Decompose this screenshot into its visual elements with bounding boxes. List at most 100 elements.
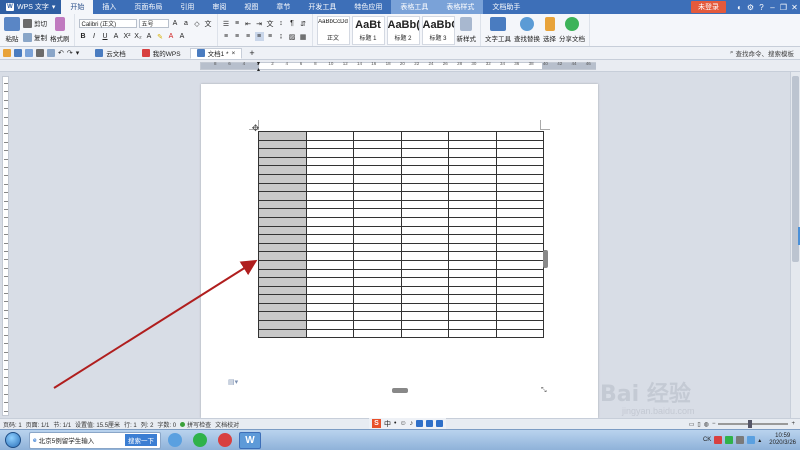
table-row[interactable]: [258, 139, 544, 150]
table-cell[interactable]: [495, 199, 544, 210]
table-cell[interactable]: [495, 251, 544, 261]
ime-voice-icon[interactable]: ♪: [410, 420, 414, 427]
table-row[interactable]: [258, 191, 544, 201]
table-row[interactable]: [258, 165, 544, 175]
ime-keyboard-icon[interactable]: [416, 420, 424, 427]
zoom-out-button[interactable]: −: [712, 421, 716, 427]
line-spacing-options-icon[interactable]: ↨: [277, 32, 286, 41]
taskbar-wps[interactable]: W: [239, 431, 261, 449]
selected-table-cell[interactable]: [258, 328, 307, 339]
command-search[interactable]: ⌕ 查找命令、搜索模板: [730, 48, 800, 58]
sort-icon[interactable]: ↕: [277, 19, 286, 28]
table-row[interactable]: [258, 131, 544, 141]
align-right-icon[interactable]: ≡: [244, 32, 253, 41]
table-cell[interactable]: [400, 294, 449, 304]
format-painter-button[interactable]: 格式刷: [50, 17, 70, 43]
menu-tab-10[interactable]: 表格样式: [437, 0, 484, 14]
grow-font-icon[interactable]: A: [171, 19, 180, 28]
selected-table-cell[interactable]: [258, 165, 307, 175]
borders-icon[interactable]: ▦: [299, 32, 308, 41]
selected-table-cell[interactable]: [258, 216, 307, 227]
table-cell[interactable]: [448, 131, 497, 141]
menu-tab-2[interactable]: 页面布局: [125, 0, 171, 14]
table-cell[interactable]: [495, 259, 544, 270]
show-hidden-icons-icon[interactable]: ▴: [758, 437, 761, 444]
style-option-0[interactable]: AaBbCcDd 正文: [316, 15, 350, 45]
table-cell[interactable]: [400, 182, 449, 193]
shading-icon[interactable]: ▨: [288, 32, 297, 41]
table-move-handle-icon[interactable]: ✥: [251, 123, 260, 133]
font-name-select[interactable]: Calibri (正文): [78, 19, 137, 28]
open-icon[interactable]: [3, 49, 11, 57]
table-cell[interactable]: [448, 182, 497, 193]
selected-table-cell[interactable]: [258, 242, 307, 253]
table-row[interactable]: [258, 242, 544, 253]
table-cell[interactable]: [305, 251, 354, 261]
menu-tab-5[interactable]: 视图: [235, 0, 267, 14]
selected-table-cell[interactable]: [258, 199, 307, 210]
table-cell[interactable]: [353, 182, 402, 193]
shrink-font-icon[interactable]: a: [182, 19, 191, 28]
table-cell[interactable]: [305, 320, 354, 330]
text-tools-button[interactable]: 文字工具: [485, 17, 511, 43]
table-cell[interactable]: [400, 216, 449, 227]
clear-format-icon[interactable]: ◇: [193, 19, 202, 28]
zoom-slider[interactable]: [718, 420, 789, 428]
table-row[interactable]: [258, 251, 544, 261]
table-cell[interactable]: [353, 268, 402, 279]
tray-360-icon[interactable]: [725, 436, 734, 444]
chinese-layout-icon[interactable]: 文: [266, 19, 275, 28]
table-cell[interactable]: [448, 294, 497, 304]
italic-icon[interactable]: I: [90, 32, 99, 41]
table-cell[interactable]: [495, 182, 544, 193]
table-cell[interactable]: [495, 320, 544, 330]
style-option-1[interactable]: AaBt 标题 1: [351, 15, 385, 45]
add-column-handle[interactable]: [392, 388, 408, 393]
table-cell[interactable]: [400, 311, 449, 322]
table-row[interactable]: [258, 173, 544, 184]
table-cell[interactable]: [495, 328, 544, 339]
zoom-slider-knob[interactable]: [748, 420, 753, 428]
table-cell[interactable]: [448, 191, 497, 201]
table-cell[interactable]: [400, 328, 449, 339]
line-spacing-icon[interactable]: ⇵: [299, 19, 308, 28]
table-row[interactable]: [258, 216, 544, 227]
align-center-icon[interactable]: ≡: [233, 32, 242, 41]
selected-table-cell[interactable]: [258, 156, 307, 167]
pinyin-icon[interactable]: 文: [204, 19, 213, 28]
taskbar-360[interactable]: [189, 432, 211, 449]
table-cell[interactable]: [448, 285, 497, 296]
table-cell[interactable]: [448, 148, 497, 158]
spell-check-status[interactable]: 拼写检查: [180, 420, 211, 429]
taskbar-clock[interactable]: 10:59 2020/3/26: [765, 433, 800, 447]
table-cell[interactable]: [305, 302, 354, 313]
table-cell[interactable]: [495, 234, 544, 244]
save-icon[interactable]: [14, 49, 22, 57]
table-cell[interactable]: [305, 216, 354, 227]
font-color-icon[interactable]: A: [167, 32, 176, 41]
table-cell[interactable]: [305, 259, 354, 270]
subscript-icon[interactable]: X₂: [134, 32, 143, 41]
table-cell[interactable]: [353, 173, 402, 184]
table-row[interactable]: [258, 302, 544, 313]
table-cell[interactable]: [305, 328, 354, 339]
tray-volume-icon[interactable]: [747, 436, 756, 444]
table-cell[interactable]: [353, 131, 402, 141]
table-row[interactable]: [258, 199, 544, 210]
select-button[interactable]: 选择: [543, 17, 556, 43]
table-cell[interactable]: [400, 148, 449, 158]
char-shading-icon[interactable]: A: [145, 32, 154, 41]
table-cell[interactable]: [400, 139, 449, 150]
paste-button[interactable]: 粘贴: [4, 17, 20, 43]
taskbar-app-red[interactable]: [214, 432, 236, 449]
table-cell[interactable]: [305, 156, 354, 167]
doc-tab-0[interactable]: 云文档: [88, 48, 133, 59]
table-cell[interactable]: [400, 165, 449, 175]
tray-network-icon[interactable]: [736, 436, 745, 444]
font-size-select[interactable]: 五号: [138, 19, 169, 28]
table-row[interactable]: [258, 259, 544, 270]
table-cell[interactable]: [353, 148, 402, 158]
copy-button[interactable]: 复制: [23, 32, 47, 42]
table-cell[interactable]: [353, 277, 402, 287]
table-cell[interactable]: [448, 234, 497, 244]
